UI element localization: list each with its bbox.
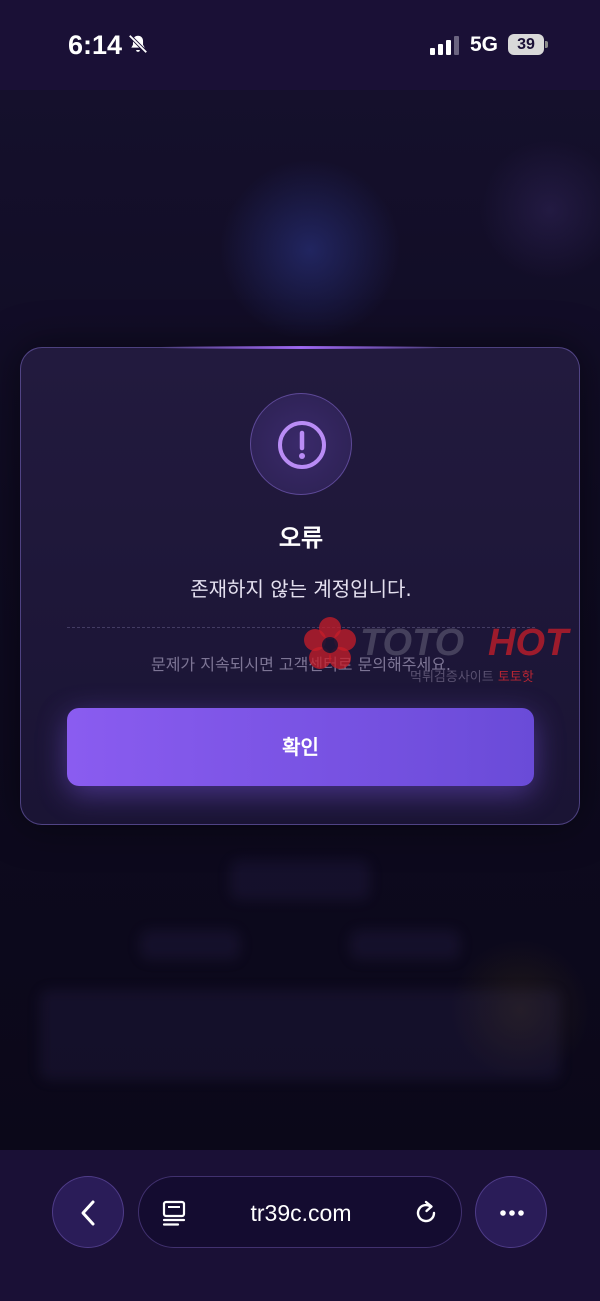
reload-icon[interactable]: [412, 1199, 440, 1227]
dialog-title: 오류: [278, 524, 324, 552]
alert-icon-badge: [250, 393, 352, 495]
watermark-flower-logo: [304, 617, 356, 669]
back-button[interactable]: [52, 1176, 124, 1248]
battery-level: 39: [508, 34, 544, 55]
more-button[interactable]: [475, 1176, 547, 1248]
watermark-tagline: 먹튀검증사이트 토토핫: [410, 666, 534, 685]
confirm-button[interactable]: 확인: [67, 708, 534, 786]
dialog-top-glow: [161, 346, 441, 349]
chevron-left-icon: [81, 1200, 95, 1226]
cellular-signal-icon: [430, 36, 459, 55]
page-menu-icon: [162, 1200, 186, 1226]
browser-toolbar: tr39c.com: [0, 1150, 600, 1301]
watermark-tagline-prefix: 먹튀검증사이트: [410, 670, 494, 685]
network-type: 5G: [470, 33, 499, 56]
error-dialog: 오류 존재하지 않는 계정입니다. 문제가 지속되시면 고객센터로 문의해주세요…: [20, 346, 580, 825]
dialog-message: 존재하지 않는 계정입니다.: [190, 577, 412, 601]
watermark: TOTO HOT 먹튀검증사이트 토토핫: [300, 612, 600, 692]
watermark-brand-right: HOT: [488, 622, 569, 664]
ellipsis-icon: [500, 1210, 524, 1216]
battery-icon: 39: [508, 34, 548, 55]
status-time: 6:14: [68, 30, 123, 60]
exclamation-circle-icon: [278, 421, 326, 469]
address-bar[interactable]: tr39c.com: [138, 1176, 462, 1248]
status-bar: 6:14 5G 39: [0, 0, 600, 90]
bell-off-icon: [128, 34, 148, 54]
watermark-brand-left: TOTO: [360, 622, 465, 664]
url-text[interactable]: tr39c.com: [199, 1177, 403, 1249]
watermark-tagline-brand: 토토핫: [497, 670, 534, 685]
